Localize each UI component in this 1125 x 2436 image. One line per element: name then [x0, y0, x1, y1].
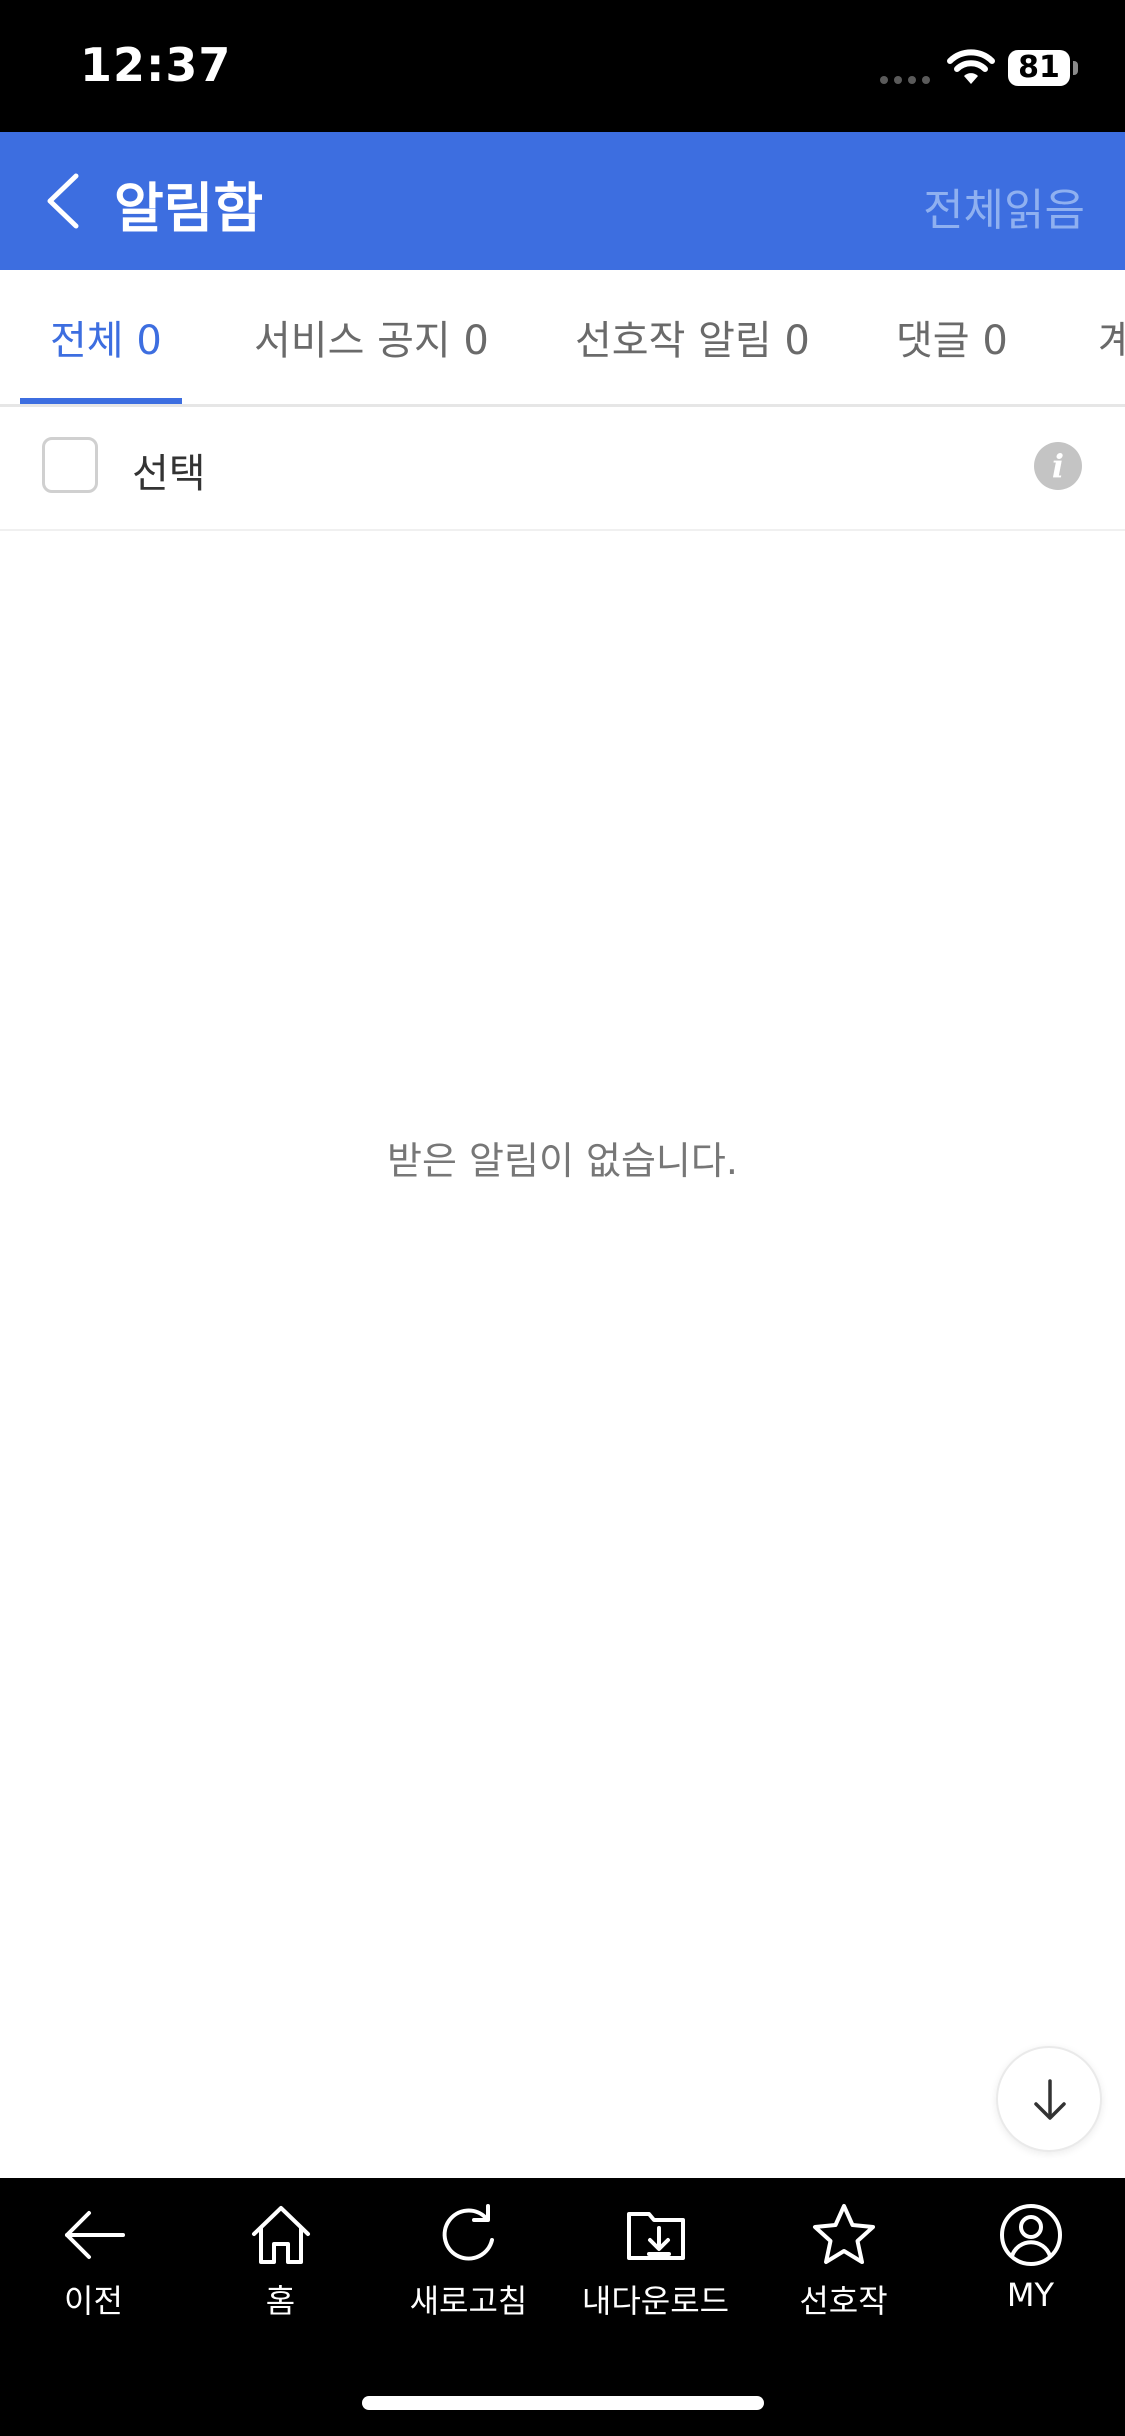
- info-icon[interactable]: i: [1034, 442, 1082, 490]
- tab-more[interactable]: 계: [1098, 308, 1125, 366]
- category-tabs: 전체 0 서비스 공지 0 선호작 알림 0 댓글 0 계: [0, 270, 1125, 407]
- tab-all[interactable]: 전체 0: [50, 308, 162, 366]
- nav-home-label: 홈: [265, 2282, 296, 2320]
- nav-home[interactable]: 홈: [187, 2200, 374, 2322]
- battery-cap: [1073, 61, 1078, 75]
- battery-level: 81: [1008, 50, 1070, 86]
- nav-favorites-label: 선호작: [799, 2282, 888, 2320]
- arrow-left-icon: [64, 2211, 125, 2259]
- select-all-checkbox[interactable]: [42, 437, 98, 493]
- cellular-signal-icon: [880, 76, 930, 84]
- page-title: 알림함: [114, 177, 264, 240]
- active-tab-indicator: [20, 398, 182, 404]
- back-button[interactable]: [38, 162, 88, 240]
- select-label: 선택: [132, 451, 206, 497]
- read-all-button[interactable]: 전체읽음: [923, 174, 1085, 238]
- nav-refresh-label: 새로고침: [409, 2282, 528, 2320]
- tab-comments[interactable]: 댓글 0: [896, 308, 1008, 366]
- download-folder-icon: [626, 2212, 685, 2260]
- tab-service-notice[interactable]: 서비스 공지 0: [254, 308, 489, 366]
- tab-favorite-alerts[interactable]: 선호작 알림 0: [575, 308, 810, 366]
- wifi-icon: [947, 49, 995, 84]
- refresh-icon: [442, 2204, 494, 2261]
- star-icon: [812, 2204, 875, 2264]
- nav-refresh[interactable]: 새로고침: [375, 2200, 562, 2322]
- chevron-left-icon: [47, 173, 79, 229]
- arrow-down-icon: [1034, 2079, 1066, 2120]
- empty-state-message: 받은 알림이 없습니다.: [387, 1139, 738, 1183]
- nav-downloads-label: 내다운로드: [581, 2282, 730, 2320]
- app-header: 알림함 전체읽음: [0, 132, 1125, 270]
- user-icon: [999, 2204, 1062, 2266]
- nav-back-label: 이전: [64, 2282, 123, 2320]
- nav-back[interactable]: 이전: [0, 2200, 187, 2322]
- home-indicator[interactable]: [362, 2396, 764, 2410]
- scroll-down-button[interactable]: [996, 2046, 1102, 2152]
- nav-favorites[interactable]: 선호작: [750, 2200, 937, 2322]
- status-time: 12:37: [80, 38, 232, 92]
- nav-downloads[interactable]: 내다운로드: [562, 2200, 749, 2322]
- nav-my-label: MY: [1006, 2276, 1055, 2314]
- nav-my[interactable]: MY: [937, 2200, 1124, 2314]
- select-row: 선택: [0, 407, 1125, 531]
- home-icon: [251, 2206, 310, 2264]
- status-bar: 12:37 81: [0, 0, 1125, 132]
